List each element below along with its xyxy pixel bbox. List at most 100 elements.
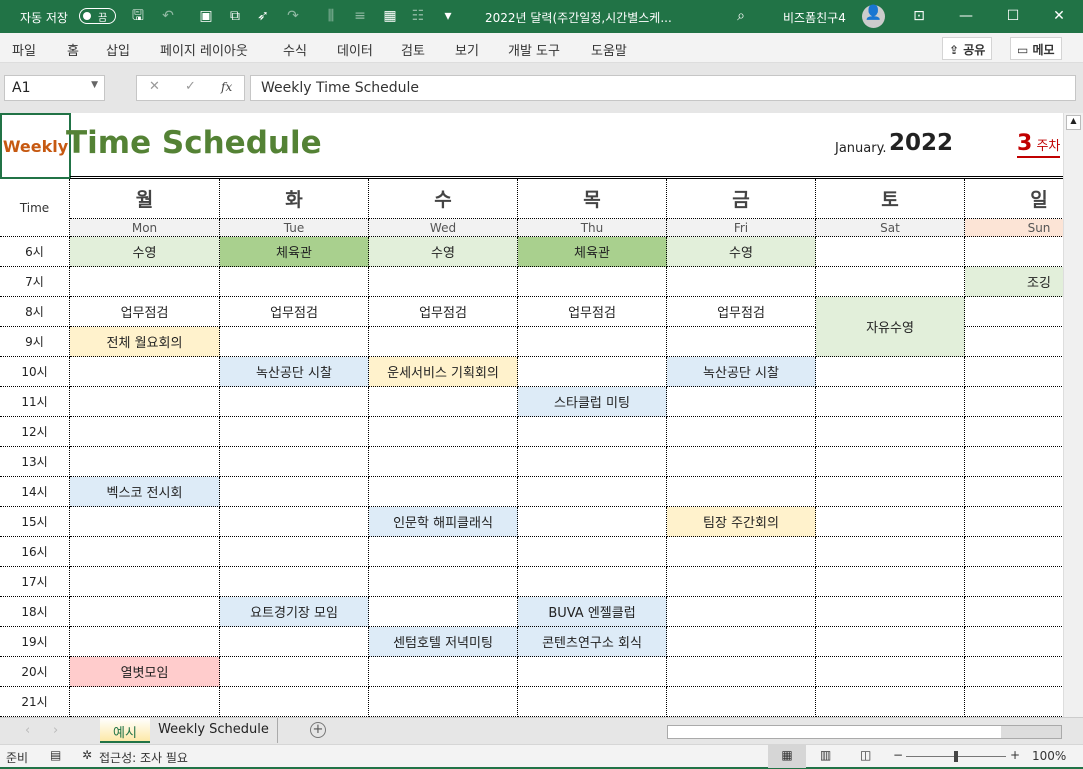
schedule-cell[interactable]	[816, 687, 965, 717]
page-layout-icon[interactable]: ▥	[820, 748, 831, 762]
ribbon-display-icon[interactable]: ⊡	[911, 8, 927, 24]
schedule-cell[interactable]	[667, 567, 816, 597]
event-cell[interactable]: 수영	[667, 237, 816, 267]
event-cell[interactable]: 업무점검	[667, 297, 816, 327]
event-cell[interactable]: 벡스코 전시회	[70, 477, 220, 507]
schedule-cell[interactable]	[965, 687, 1063, 717]
schedule-cell[interactable]	[816, 447, 965, 477]
schedule-cell[interactable]	[965, 387, 1063, 417]
schedule-cell[interactable]	[70, 687, 220, 717]
event-cell[interactable]: 업무점검	[70, 297, 220, 327]
enter-icon[interactable]: ✓	[185, 79, 196, 94]
schedule-cell[interactable]	[369, 417, 518, 447]
cancel-icon[interactable]: ✕	[149, 79, 160, 94]
autosave-toggle[interactable]: 끔	[79, 8, 116, 24]
menu-item-8[interactable]: 개발 도구	[508, 40, 560, 59]
schedule-cell[interactable]	[220, 687, 369, 717]
schedule-cell[interactable]	[70, 417, 220, 447]
formula-input[interactable]: Weekly Time Schedule	[250, 75, 1076, 101]
schedule-cell[interactable]	[220, 567, 369, 597]
event-cell[interactable]: 센텀호텔 저녁미팅	[369, 627, 518, 657]
zoom-slider[interactable]	[906, 751, 1006, 762]
add-sheet-icon[interactable]: +	[310, 722, 326, 738]
schedule-cell[interactable]	[369, 597, 518, 627]
menu-item-9[interactable]: 도움말	[591, 40, 627, 59]
schedule-cell[interactable]	[965, 477, 1063, 507]
accessibility-status[interactable]: 접근성: 조사 필요	[99, 749, 188, 766]
schedule-cell[interactable]	[816, 267, 965, 297]
schedule-cell[interactable]	[220, 657, 369, 687]
schedule-cell[interactable]	[816, 597, 965, 627]
schedule-cell[interactable]	[518, 657, 667, 687]
schedule-cell[interactable]	[369, 267, 518, 297]
event-cell[interactable]: 열볏모임	[70, 657, 220, 687]
schedule-cell[interactable]	[518, 267, 667, 297]
schedule-cell[interactable]	[220, 477, 369, 507]
schedule-cell[interactable]	[220, 267, 369, 297]
event-cell[interactable]: 업무점검	[220, 297, 369, 327]
menu-item-7[interactable]: 보기	[455, 40, 479, 59]
schedule-cell[interactable]	[816, 477, 965, 507]
vertical-scrollbar[interactable]: ▲	[1063, 113, 1083, 717]
event-cell[interactable]: 녹산공단 시찰	[220, 357, 369, 387]
page-break-icon[interactable]: ◫	[860, 748, 871, 762]
schedule-cell[interactable]	[816, 537, 965, 567]
schedule-cell[interactable]	[667, 447, 816, 477]
event-cell[interactable]: 콘텐츠연구소 회식	[518, 627, 667, 657]
preview-icon[interactable]: ▦	[382, 8, 398, 24]
event-cell[interactable]: 녹산공단 시찰	[667, 357, 816, 387]
schedule-cell[interactable]	[965, 327, 1063, 357]
zoom-level[interactable]: 100%	[1032, 749, 1066, 763]
sheet-tab-example[interactable]: 예시	[100, 718, 150, 743]
close-icon[interactable]: ✕	[1051, 8, 1067, 24]
maximize-icon[interactable]: ☐	[1005, 8, 1021, 24]
avatar[interactable]: 👤	[862, 5, 885, 28]
event-cell[interactable]: 체육관	[220, 237, 369, 267]
schedule-cell[interactable]	[667, 627, 816, 657]
event-cell[interactable]: 업무점검	[518, 297, 667, 327]
schedule-cell[interactable]	[965, 657, 1063, 687]
schedule-cell[interactable]	[965, 237, 1063, 267]
schedule-cell[interactable]	[518, 417, 667, 447]
schedule-cell[interactable]	[70, 447, 220, 477]
schedule-cell[interactable]	[816, 357, 965, 387]
horizontal-scrollbar[interactable]	[667, 725, 1062, 739]
schedule-cell[interactable]	[70, 267, 220, 297]
schedule-cell[interactable]	[965, 537, 1063, 567]
menu-item-2[interactable]: 삽입	[106, 40, 130, 59]
schedule-cell[interactable]	[965, 627, 1063, 657]
schedule-cell[interactable]	[965, 417, 1063, 447]
event-cell[interactable]: 수영	[70, 237, 220, 267]
schedule-cell[interactable]	[965, 507, 1063, 537]
menu-item-5[interactable]: 데이터	[337, 40, 373, 59]
zoom-out-icon[interactable]: −	[893, 748, 903, 762]
event-cell[interactable]: 팀장 주간회의	[667, 507, 816, 537]
normal-view-icon[interactable]: ▦	[768, 745, 806, 768]
schedule-cell[interactable]	[816, 507, 965, 537]
save-icon[interactable]: 🖫	[130, 8, 146, 24]
undo-icon[interactable]: ↶	[160, 8, 176, 24]
schedule-cell[interactable]	[518, 357, 667, 387]
schedule-cell[interactable]	[369, 477, 518, 507]
event-cell[interactable]: 조깅	[965, 267, 1063, 297]
schedule-cell[interactable]	[518, 537, 667, 567]
title-weekly[interactable]: Weekly	[0, 113, 71, 179]
share-button[interactable]: ⇪ 공유	[942, 37, 993, 60]
schedule-cell[interactable]	[220, 327, 369, 357]
scroll-up-icon[interactable]: ▲	[1066, 115, 1081, 130]
schedule-cell[interactable]	[70, 567, 220, 597]
event-cell[interactable]: 스타클럽 미팅	[518, 387, 667, 417]
customize-icon[interactable]: ▾	[440, 8, 456, 24]
schedule-cell[interactable]	[965, 357, 1063, 387]
schedule-cell[interactable]	[369, 687, 518, 717]
schedule-cell[interactable]	[667, 657, 816, 687]
event-cell[interactable]: 요트경기장 모임	[220, 597, 369, 627]
schedule-cell[interactable]	[518, 477, 667, 507]
schedule-cell[interactable]	[518, 567, 667, 597]
schedule-cell[interactable]	[965, 567, 1063, 597]
zoom-in-icon[interactable]: +	[1010, 748, 1020, 762]
event-cell[interactable]: 운세서비스 기획회의	[369, 357, 518, 387]
schedule-cell[interactable]	[369, 387, 518, 417]
menu-item-0[interactable]: 파일	[12, 40, 36, 59]
schedule-cell[interactable]	[667, 537, 816, 567]
